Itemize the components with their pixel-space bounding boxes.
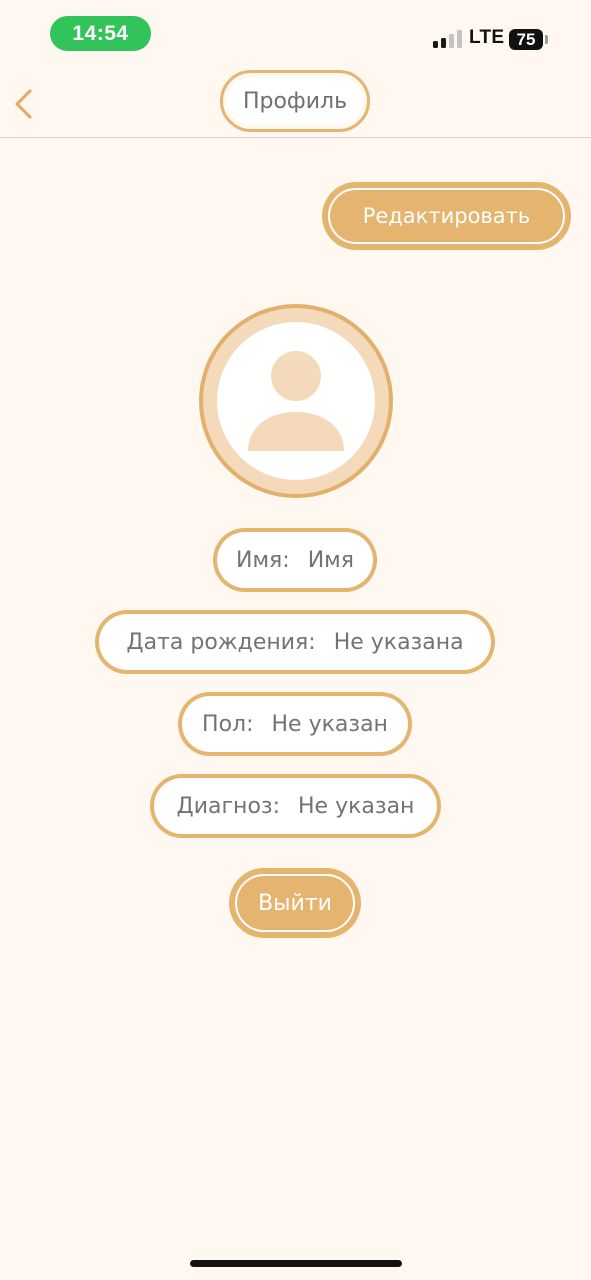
logout-button[interactable]: Выйти: [229, 868, 361, 938]
user-placeholder-icon: [248, 351, 344, 451]
page-title: Профиль: [220, 70, 370, 132]
cellular-signal-icon: [433, 30, 463, 48]
gender-value: Не указан: [271, 711, 388, 737]
back-button[interactable]: [6, 82, 42, 126]
birthdate-label: Дата рождения:: [126, 629, 316, 655]
network-type: LTE: [469, 27, 505, 48]
home-indicator[interactable]: [190, 1260, 402, 1267]
chevron-left-icon: [15, 89, 32, 119]
name-label: Имя:: [236, 547, 290, 573]
profile-diagnosis-field: Диагноз: Не указан: [150, 774, 441, 838]
diagnosis-value: Не указан: [298, 793, 415, 819]
status-time: 14:54: [50, 16, 151, 51]
profile-name-field: Имя: Имя: [213, 528, 377, 592]
gender-label: Пол:: [202, 711, 254, 737]
profile-birthdate-field: Дата рождения: Не указана: [95, 610, 495, 674]
diagnosis-label: Диагноз:: [176, 793, 281, 819]
logout-label: Выйти: [235, 874, 355, 932]
header-divider: [0, 137, 591, 138]
avatar: [199, 304, 393, 498]
battery-level: 75: [509, 29, 543, 50]
edit-profile-button[interactable]: Редактировать: [322, 182, 571, 250]
birthdate-value: Не указана: [333, 629, 464, 655]
page-title-text: Профиль: [227, 77, 363, 125]
name-value: Имя: [307, 547, 354, 573]
profile-gender-field: Пол: Не указан: [178, 692, 412, 756]
battery-icon: [545, 35, 548, 44]
edit-profile-label: Редактировать: [328, 188, 565, 244]
